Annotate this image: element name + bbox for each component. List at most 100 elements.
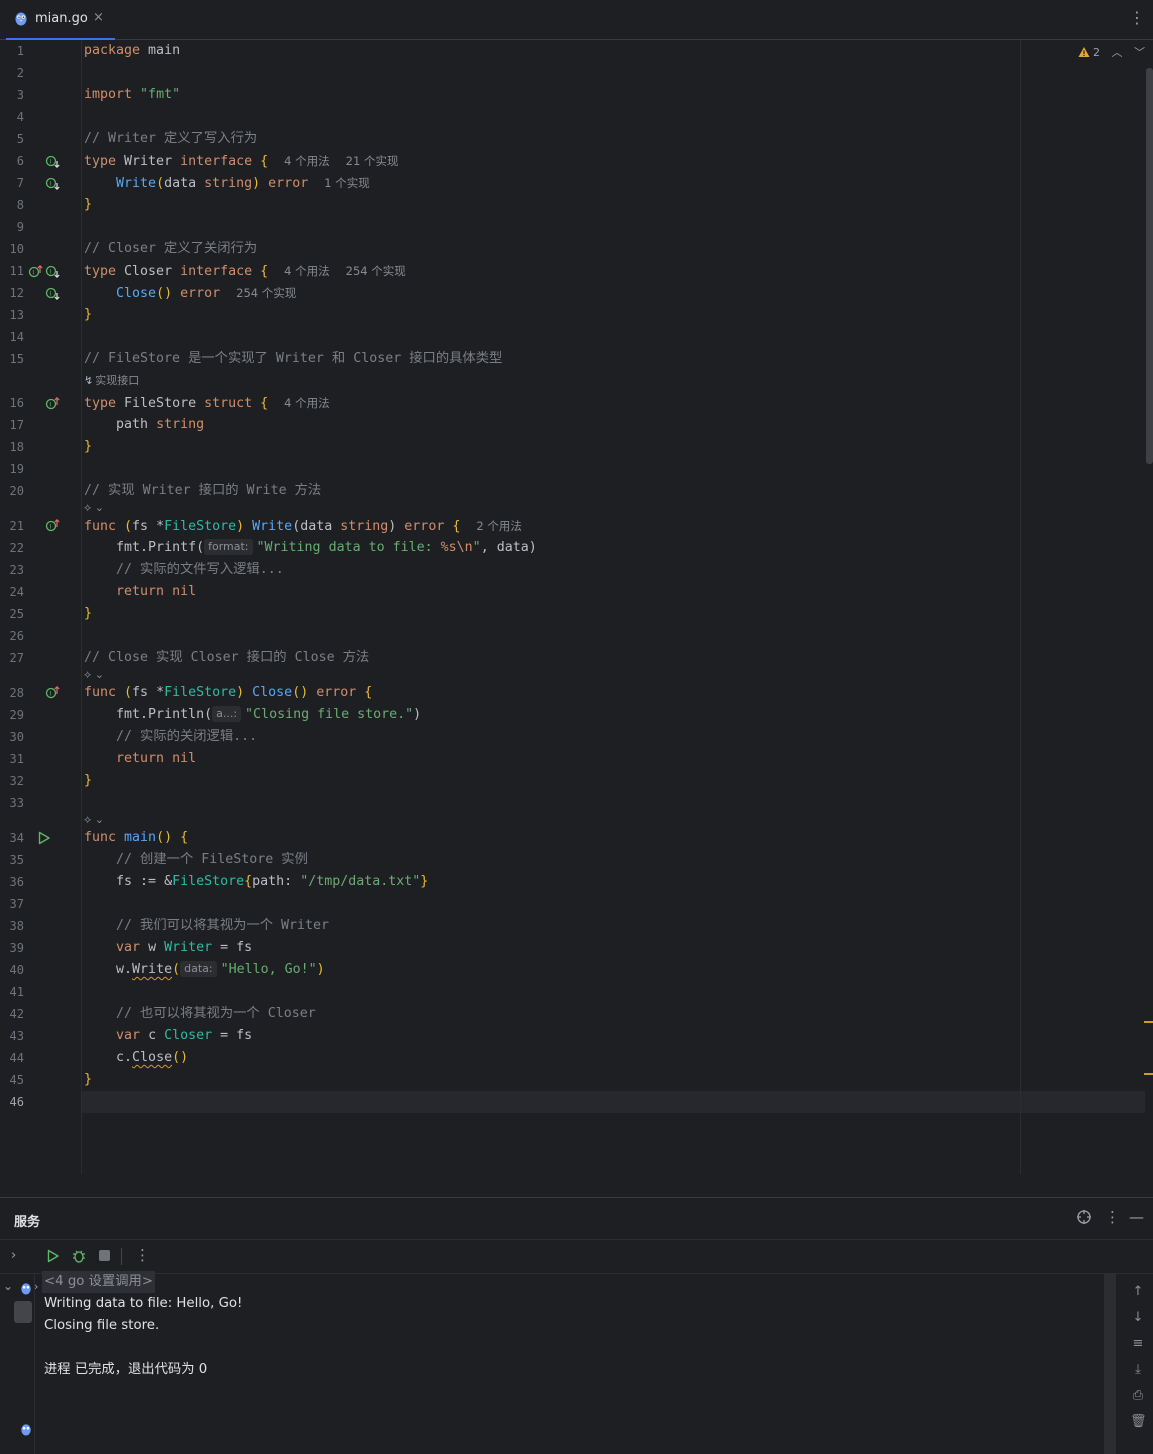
svg-text:I: I [49, 291, 51, 298]
line-number: 14 [9, 330, 24, 344]
chevron-right-icon[interactable]: › [11, 1248, 16, 1263]
ai-actions-lens[interactable]: ⟡ ⌄ [84, 501, 104, 515]
code-editor[interactable]: 1 2 3 4 5 6 7 8 9 10 11 12 13 14 15 16 17 18 19 20 21 22 23 24 2… [0, 40, 1153, 1174]
implementations-hint[interactable]: 254 个实现 [346, 264, 406, 278]
brace: } [84, 606, 93, 621]
warning-marker[interactable] [1144, 1073, 1153, 1075]
param-hint: data: [180, 961, 217, 977]
implementations-hint[interactable]: 21 个实现 [346, 154, 399, 168]
run-icon[interactable] [36, 830, 52, 846]
implements-icon[interactable]: I [45, 518, 61, 534]
brace: { [444, 519, 461, 534]
line-number: 40 [9, 963, 24, 977]
service-node-label[interactable]: <4 go 设置调用> [42, 1271, 155, 1293]
line-number: 32 [9, 774, 24, 788]
implements-icon[interactable]: I [45, 396, 61, 412]
implements-icon[interactable]: I [45, 685, 61, 701]
line-number: 5 [16, 132, 24, 146]
line-number: 13 [9, 308, 24, 322]
code-line: w.Write(data: "Hello, Go!") [84, 959, 325, 981]
close-icon[interactable]: × [93, 10, 104, 25]
implementations-hint[interactable]: 254 个实现 [236, 286, 296, 300]
editor-scroll-thumb[interactable] [1146, 68, 1153, 464]
console-output[interactable]: <4 go 设置调用> Writing data to file: Hello,… [34, 1271, 1104, 1454]
chevron-down-icon[interactable]: ﹀ [1134, 46, 1145, 59]
identifier: w [140, 940, 165, 955]
debug-icon[interactable] [71, 1248, 87, 1264]
implemented-icon[interactable]: I [45, 264, 61, 280]
inspection-widget[interactable]: 2 ︿ ﹀ [1078, 44, 1145, 62]
implementations-hint[interactable]: 1 个实现 [324, 176, 369, 190]
implemented-icon[interactable]: I [45, 154, 61, 170]
line-number: 24 [9, 585, 24, 599]
brace: { [252, 396, 269, 411]
line-number: 38 [9, 919, 24, 933]
minimize-icon[interactable]: — [1129, 1209, 1144, 1225]
param-hint: a...: [212, 706, 242, 722]
line-number: 2 [16, 66, 24, 80]
type-name: FileStore [164, 685, 237, 700]
console-scrollbar[interactable] [1104, 1273, 1116, 1454]
line-number: 37 [9, 897, 24, 911]
implement-interface-lens[interactable]: ↯ 实现接口 [84, 374, 139, 388]
usages-hint[interactable]: 4 个用法 [284, 154, 329, 168]
code-line: func main() { [84, 827, 188, 849]
string: "Closing file store." [245, 707, 414, 722]
line-number: 29 [9, 708, 24, 722]
method-call-warning[interactable]: Close [132, 1050, 172, 1065]
line-number: 39 [9, 941, 24, 955]
brace: } [84, 773, 93, 788]
usages-hint[interactable]: 4 个用法 [284, 264, 329, 278]
more-options-icon[interactable]: ⋮ [1129, 9, 1145, 27]
warning-marker[interactable] [1144, 1021, 1153, 1023]
string: "Writing data to file: [256, 540, 441, 555]
string: " [472, 540, 481, 555]
trash-icon[interactable]: 🗑 [1130, 1414, 1147, 1430]
keyword: package [84, 43, 141, 58]
arrow-down-icon[interactable]: ↓ [1130, 1310, 1146, 1326]
brace: } [84, 1072, 93, 1087]
more-options-icon[interactable]: ⋮ [1105, 1209, 1120, 1225]
ai-actions-lens[interactable]: ⟡ ⌄ [84, 668, 104, 682]
code-line: var c Closer = fs [84, 1025, 252, 1047]
tab-mian-go[interactable]: mian.go × [0, 0, 115, 40]
implemented-icon[interactable]: I [45, 286, 61, 302]
line-number: 43 [9, 1029, 24, 1043]
code-line: func (fs *FileStore) Close() error { [84, 682, 372, 704]
services-title: 服务 [14, 1215, 41, 1230]
arrow-up-icon[interactable]: ↑ [1130, 1284, 1146, 1300]
assignment: = fs [212, 940, 253, 955]
code-line: fmt.Println(a...: "Closing file store.") [84, 704, 421, 726]
ai-actions-lens[interactable]: ⟡ ⌄ [84, 813, 104, 827]
keyword: error [180, 286, 221, 301]
more-options-icon[interactable]: ⋮ [135, 1246, 150, 1264]
services-tree[interactable]: ⌄ [0, 1273, 35, 1454]
identifier: c [140, 1028, 165, 1043]
implemented-icon[interactable]: I [45, 176, 61, 192]
chevron-down-icon[interactable]: ⌄ [3, 1279, 13, 1293]
print-icon[interactable]: ⎙ [1130, 1388, 1146, 1404]
comment-text: // 创建一个 FileStore 实例 [116, 852, 308, 867]
brace: { [252, 154, 269, 169]
paren: ( [156, 176, 165, 191]
implements-icon[interactable]: I [28, 264, 44, 280]
stop-icon[interactable] [99, 1250, 110, 1261]
svg-text:I: I [49, 269, 51, 276]
method-call-warning[interactable]: Write [132, 962, 172, 977]
soft-wrap-icon[interactable]: ≡ [1130, 1336, 1146, 1352]
call: fmt.Println( [116, 707, 213, 722]
run-icon[interactable] [45, 1248, 61, 1264]
crosshair-icon[interactable] [1076, 1209, 1092, 1225]
receiver: fs [132, 519, 149, 534]
comment-text: // 也可以将其视为一个 Closer [116, 1006, 316, 1021]
identifier: FileStore [116, 396, 205, 411]
chevron-up-icon[interactable]: ︿ [1112, 46, 1123, 59]
usages-hint[interactable]: 4 个用法 [284, 396, 329, 410]
keyword: error [268, 176, 309, 191]
usages-hint[interactable]: 2 个用法 [476, 519, 521, 533]
line-number: 36 [9, 875, 24, 889]
scroll-to-end-icon[interactable]: ⤓ [1130, 1362, 1146, 1378]
line-number: 20 [9, 484, 24, 498]
tree-selection[interactable] [14, 1301, 32, 1323]
svg-text:I: I [49, 159, 51, 166]
